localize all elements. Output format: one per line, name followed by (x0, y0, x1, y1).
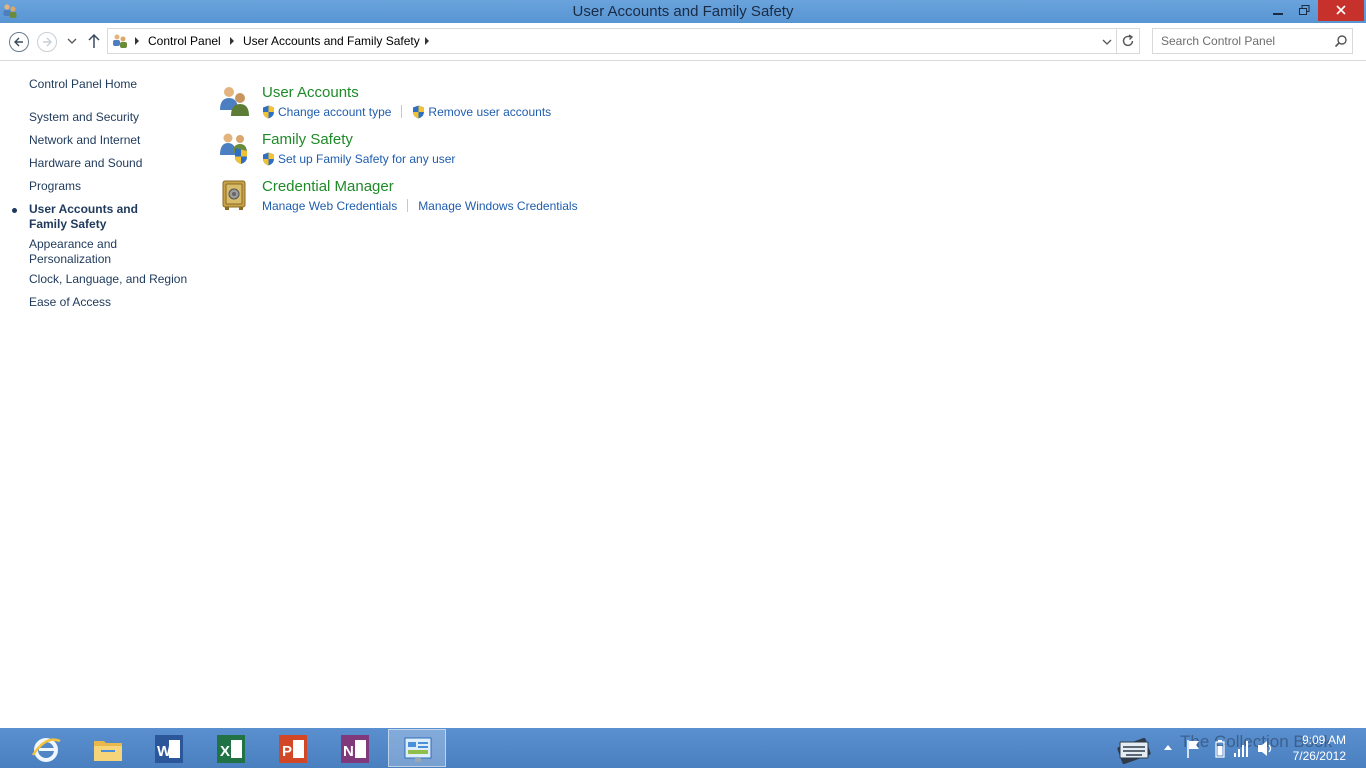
file-explorer-icon (94, 741, 122, 761)
search-input[interactable] (1153, 29, 1331, 53)
close-icon (1336, 5, 1346, 15)
arrow-right-icon (43, 37, 52, 47)
taskbar-control-panel[interactable] (388, 729, 446, 767)
clock-date: 7/26/2012 (1292, 749, 1346, 763)
touch-keyboard-icon[interactable] (1114, 728, 1164, 768)
nav-appearance-and-personalization[interactable]: Appearance and Personalization (29, 237, 129, 267)
svg-text:P: P (282, 743, 292, 760)
link-separator (401, 105, 403, 119)
taskbar: W X P N The Collection Book 9:09 AM 7/26… (0, 728, 1366, 768)
manage-web-credentials-link[interactable]: Manage Web Credentials (262, 199, 397, 213)
taskbar-internet-explorer[interactable] (17, 729, 75, 767)
change-account-type-link[interactable]: Change account type (278, 105, 391, 119)
control-panel-icon (113, 34, 127, 48)
refresh-icon[interactable] (1121, 34, 1135, 48)
internet-explorer-icon (31, 738, 61, 762)
taskbar-excel[interactable]: X (202, 729, 260, 767)
clock-time: 9:09 AM (1301, 733, 1346, 747)
svg-text:X: X (220, 743, 230, 760)
nav-control-panel-home[interactable]: Control Panel Home (29, 77, 199, 92)
user-accounts-links: Change account type Remove user accounts (262, 104, 551, 119)
taskbar-onenote[interactable]: N (326, 729, 384, 767)
user-accounts-title[interactable]: User Accounts (262, 84, 359, 101)
family-safety-links: Set up Family Safety for any user (262, 151, 455, 166)
search-box[interactable] (1152, 28, 1353, 54)
nav-clock-language-and-region[interactable]: Clock, Language, and Region (29, 272, 199, 287)
set-up-family-safety-link[interactable]: Set up Family Safety for any user (278, 152, 455, 166)
recent-locations-chevron-icon[interactable] (66, 35, 78, 47)
back-button[interactable] (9, 32, 29, 52)
address-history-chevron-icon[interactable] (1101, 36, 1113, 48)
users-icon[interactable] (218, 84, 252, 118)
credential-manager-links: Manage Web Credentials Manage Windows Cre… (262, 198, 578, 213)
nav-user-accounts-and-family-safety[interactable]: User Accounts and Family Safety (29, 202, 179, 232)
powerpoint-icon: P (279, 735, 307, 763)
active-item-bullet (12, 208, 17, 213)
breadcrumb-separator-icon[interactable] (135, 37, 139, 45)
vault-icon[interactable] (218, 178, 252, 212)
breadcrumb-separator-icon[interactable] (425, 37, 429, 45)
minimize-icon (1273, 13, 1283, 15)
network-signal-icon[interactable] (1232, 728, 1250, 768)
word-icon: W (155, 735, 183, 763)
restore-button[interactable] (1291, 0, 1317, 21)
link-separator (407, 199, 409, 213)
manage-windows-credentials-link[interactable]: Manage Windows Credentials (418, 199, 577, 213)
nav-hardware-and-sound[interactable]: Hardware and Sound (29, 156, 199, 171)
uac-shield-icon (263, 152, 274, 166)
uac-shield-icon (263, 105, 274, 119)
taskbar-word[interactable]: W (140, 729, 198, 767)
family-safety-icon[interactable] (218, 131, 252, 165)
battery-icon[interactable] (1213, 728, 1227, 768)
forward-button[interactable] (37, 32, 57, 52)
window-title: User Accounts and Family Safety (572, 3, 794, 20)
title-bar: User Accounts and Family Safety (0, 0, 1366, 23)
svg-text:W: W (157, 743, 172, 760)
navigation-bar: Control Panel User Accounts and Family S… (0, 23, 1366, 61)
system-clock[interactable]: 9:09 AM 7/26/2012 (1284, 732, 1346, 764)
restore-icon (1298, 5, 1309, 15)
search-icon[interactable] (1334, 34, 1348, 48)
family-safety-title[interactable]: Family Safety (262, 131, 353, 148)
taskbar-powerpoint[interactable]: P (264, 729, 322, 767)
minimize-button[interactable] (1265, 0, 1291, 21)
excel-icon: X (217, 735, 245, 763)
address-divider (1116, 29, 1117, 53)
control-panel-icon (404, 737, 432, 762)
arrow-left-icon (14, 37, 23, 47)
remove-user-accounts-link[interactable]: Remove user accounts (428, 105, 551, 119)
nav-system-and-security[interactable]: System and Security (29, 110, 199, 125)
onenote-icon: N (341, 735, 369, 763)
breadcrumb-user-accounts[interactable]: User Accounts and Family Safety (243, 34, 420, 48)
credential-manager-title[interactable]: Credential Manager (262, 178, 394, 195)
address-bar[interactable]: Control Panel User Accounts and Family S… (107, 28, 1140, 54)
show-hidden-icons-chevron-icon[interactable] (1162, 728, 1174, 768)
uac-shield-icon (413, 105, 425, 119)
up-arrow-icon[interactable] (87, 33, 101, 49)
action-center-flag-icon[interactable] (1185, 728, 1203, 768)
taskbar-file-explorer[interactable] (79, 729, 137, 767)
nav-network-and-internet[interactable]: Network and Internet (29, 133, 199, 148)
close-button[interactable] (1318, 0, 1364, 21)
volume-icon[interactable] (1256, 728, 1274, 768)
nav-programs[interactable]: Programs (29, 179, 199, 194)
breadcrumb-control-panel[interactable]: Control Panel (148, 34, 221, 48)
breadcrumb-separator-icon[interactable] (230, 37, 234, 45)
nav-ease-of-access[interactable]: Ease of Access (29, 295, 199, 310)
svg-text:N: N (343, 743, 354, 760)
